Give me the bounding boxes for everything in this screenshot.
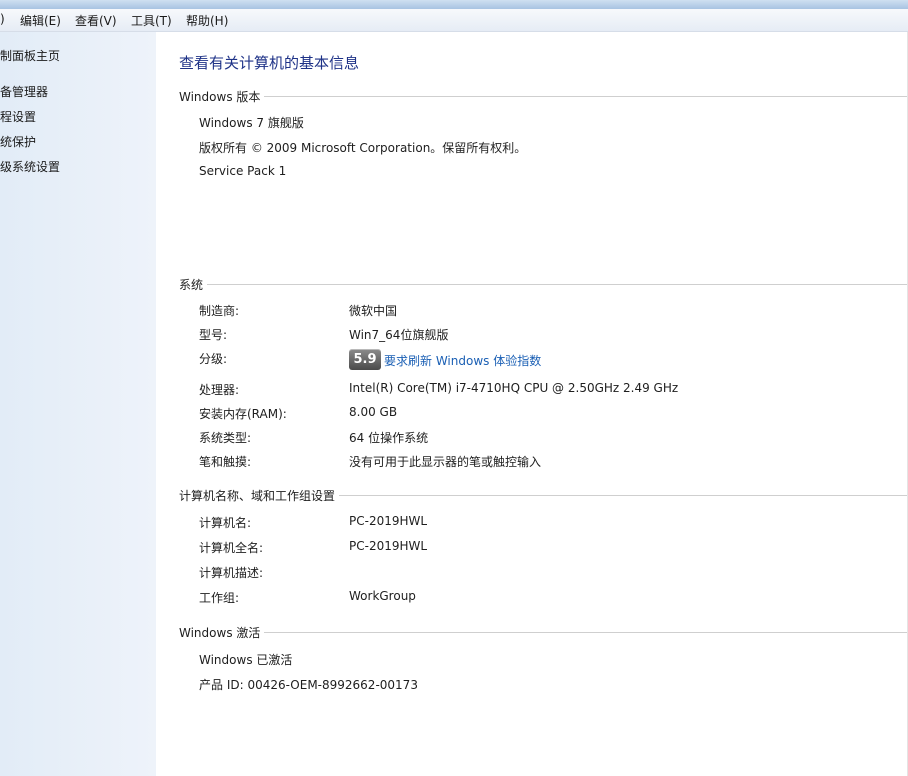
menu-edit[interactable]: 编辑(E) (20, 12, 61, 29)
section-computer-name: 计算机名称、域和工作组设置 (179, 487, 908, 504)
page-title: 查看有关计算机的基本信息 (179, 54, 360, 72)
product-id: 产品 ID: 00426-OEM-8992662-00173 (199, 678, 418, 692)
section-header-activation: Windows 激活 (179, 624, 265, 641)
section-divider (179, 96, 908, 97)
sidebar: 制面板主页 备管理器 程设置 统保护 级系统设置 (0, 32, 156, 776)
service-pack: Service Pack 1 (199, 164, 287, 178)
section-windows-edition: Windows 版本 (179, 88, 908, 105)
section-header-system: 系统 (179, 276, 208, 293)
full-name-value: PC-2019HWL (349, 539, 428, 553)
rating-label: 分级: (199, 352, 228, 366)
copyright-text: 版权所有 © 2009 Microsoft Corporation。保留所有权利… (199, 141, 527, 155)
manufacturer-value: 微软中国 (349, 304, 398, 318)
system-type-label: 系统类型: (199, 431, 252, 445)
processor-value: Intel(R) Core(TM) i7-4710HQ CPU @ 2.50GH… (349, 381, 679, 395)
computer-name-label: 计算机名: (199, 516, 252, 530)
section-activation: Windows 激活 (179, 624, 908, 641)
menu-view[interactable]: 查看(V) (75, 12, 117, 29)
sidebar-item-remote-settings[interactable]: 程设置 (0, 108, 36, 125)
full-name-label: 计算机全名: (199, 541, 264, 555)
workgroup-value: WorkGroup (349, 589, 416, 603)
edition-name: Windows 7 旗舰版 (199, 116, 304, 130)
sidebar-item-device-manager[interactable]: 备管理器 (0, 83, 48, 100)
model-value: Win7_64位旗舰版 (349, 328, 449, 342)
ram-label: 安装内存(RAM): (199, 407, 287, 421)
sidebar-item-control-panel-home[interactable]: 制面板主页 (0, 47, 60, 64)
refresh-experience-index-link[interactable]: 要求刷新 Windows 体验指数 (384, 352, 541, 369)
sidebar-item-system-protection[interactable]: 统保护 (0, 133, 36, 150)
section-header-computer: 计算机名称、域和工作组设置 (179, 487, 340, 504)
activation-status: Windows 已激活 (199, 653, 293, 667)
menu-file-fragment[interactable]: ) (0, 12, 5, 26)
system-type-value: 64 位操作系统 (349, 431, 429, 445)
menu-help[interactable]: 帮助(H) (186, 12, 228, 29)
pen-touch-value: 没有可用于此显示器的笔或触控输入 (349, 455, 542, 469)
title-bar-strip (0, 0, 908, 9)
main-content: 查看有关计算机的基本信息 Windows 版本 Windows 7 旗舰版 版权… (156, 32, 908, 776)
section-divider (179, 632, 908, 633)
sidebar-item-advanced-settings[interactable]: 级系统设置 (0, 158, 60, 175)
section-header-edition: Windows 版本 (179, 88, 265, 105)
description-label: 计算机描述: (199, 566, 264, 580)
section-system: 系统 (179, 276, 908, 293)
processor-label: 处理器: (199, 383, 240, 397)
model-label: 型号: (199, 328, 228, 342)
menu-tools[interactable]: 工具(T) (131, 12, 172, 29)
pen-touch-label: 笔和触摸: (199, 455, 252, 469)
menu-bar: ) 编辑(E) 查看(V) 工具(T) 帮助(H) (0, 9, 908, 32)
manufacturer-label: 制造商: (199, 304, 240, 318)
computer-name-value: PC-2019HWL (349, 514, 428, 528)
experience-index-badge: 5.9 (349, 349, 381, 370)
ram-value: 8.00 GB (349, 405, 398, 419)
section-divider (179, 284, 908, 285)
workgroup-label: 工作组: (199, 591, 240, 605)
